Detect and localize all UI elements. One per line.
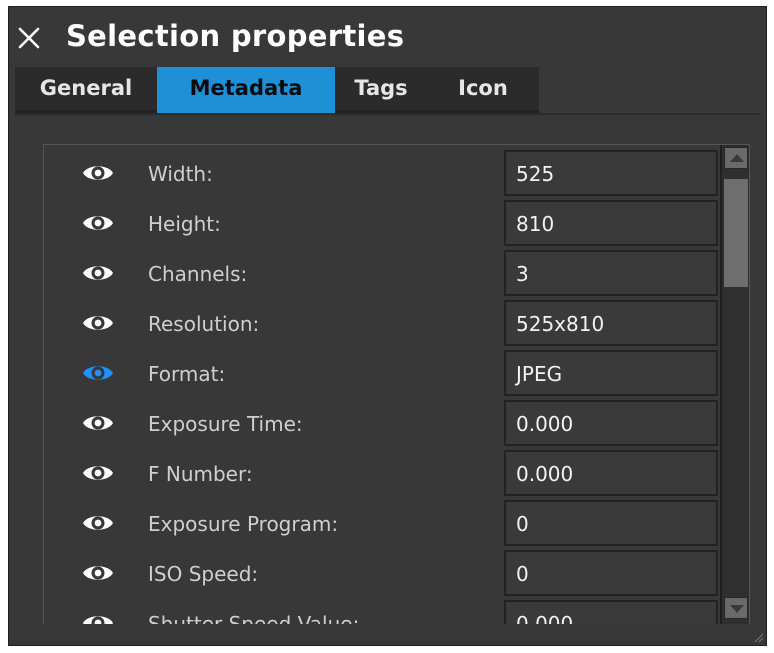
metadata-label: Exposure Program: — [148, 512, 339, 536]
eye-icon[interactable] — [82, 461, 114, 485]
metadata-label: Channels: — [148, 262, 248, 286]
metadata-row: F Number: 0.000 — [44, 449, 718, 499]
metadata-label: F Number: — [148, 462, 253, 486]
metadata-label: Resolution: — [148, 312, 260, 336]
metadata-row: Height: 810 — [44, 199, 718, 249]
tab-icon[interactable]: Icon — [427, 67, 539, 110]
metadata-value-field[interactable]: 3 — [504, 250, 718, 296]
metadata-row: Format: JPEG — [44, 349, 718, 399]
metadata-row: Exposure Time: 0.000 — [44, 399, 718, 449]
eye-icon[interactable] — [82, 411, 114, 435]
metadata-value: 525x810 — [516, 312, 605, 336]
arrow-up-icon — [730, 154, 744, 162]
eye-icon[interactable] — [82, 611, 114, 624]
metadata-value: 525 — [516, 162, 555, 186]
panel-title: Selection properties — [66, 19, 405, 53]
metadata-value: 0.000 — [516, 412, 574, 436]
resize-grip-icon[interactable] — [752, 631, 764, 643]
arrow-down-icon — [730, 605, 744, 613]
metadata-row: Shutter Speed Value: 0.000 — [44, 599, 718, 624]
metadata-row: Resolution: 525x810 — [44, 299, 718, 349]
metadata-value-field[interactable]: 0.000 — [504, 450, 718, 496]
eye-icon[interactable] — [82, 511, 114, 535]
metadata-row: Width: 525 — [44, 149, 718, 199]
metadata-value-field[interactable]: 525x810 — [504, 300, 718, 346]
tab-general[interactable]: General — [15, 67, 157, 110]
eye-icon[interactable] — [82, 161, 114, 185]
scroll-down-button[interactable] — [724, 597, 748, 619]
metadata-row: ISO Speed: 0 — [44, 549, 718, 599]
metadata-value: 0 — [516, 562, 529, 586]
scroll-up-button[interactable] — [724, 147, 748, 169]
title-bar: Selection properties — [9, 7, 766, 67]
vertical-scrollbar[interactable] — [720, 145, 749, 624]
metadata-value-field[interactable]: JPEG — [504, 350, 718, 396]
tab-divider — [15, 113, 761, 115]
metadata-value: 810 — [516, 212, 555, 236]
metadata-value: JPEG — [516, 362, 563, 386]
metadata-label: Height: — [148, 212, 221, 236]
metadata-value-field[interactable]: 0 — [504, 550, 718, 596]
close-icon[interactable] — [14, 23, 44, 53]
tab-metadata[interactable]: Metadata — [157, 67, 335, 113]
tab-tags[interactable]: Tags — [335, 67, 427, 110]
metadata-row: Exposure Program: 0 — [44, 499, 718, 549]
metadata-label: Exposure Time: — [148, 412, 303, 436]
metadata-label: Width: — [148, 162, 213, 186]
metadata-list: Width: 525 Height: 810 Channels: 3 Resolution:… — [43, 144, 750, 624]
scrollbar-thumb[interactable] — [724, 179, 748, 287]
selection-properties-panel: Selection properties General Metadata Ta… — [8, 6, 767, 646]
metadata-value-field[interactable]: 525 — [504, 150, 718, 196]
metadata-value-field[interactable]: 810 — [504, 200, 718, 246]
metadata-label: Shutter Speed Value: — [148, 612, 360, 624]
eye-icon[interactable] — [82, 211, 114, 235]
metadata-value-field[interactable]: 0.000 — [504, 600, 718, 624]
metadata-label: ISO Speed: — [148, 562, 259, 586]
eye-icon[interactable] — [82, 561, 114, 585]
metadata-row: Channels: 3 — [44, 249, 718, 299]
metadata-label: Format: — [148, 362, 226, 386]
metadata-value: 0.000 — [516, 612, 574, 624]
metadata-value: 0 — [516, 512, 529, 536]
eye-icon[interactable] — [82, 261, 114, 285]
eye-icon[interactable] — [82, 311, 114, 335]
metadata-value: 3 — [516, 262, 529, 286]
metadata-value: 0.000 — [516, 462, 574, 486]
eye-icon[interactable] — [82, 361, 114, 385]
metadata-value-field[interactable]: 0.000 — [504, 400, 718, 446]
metadata-value-field[interactable]: 0 — [504, 500, 718, 546]
